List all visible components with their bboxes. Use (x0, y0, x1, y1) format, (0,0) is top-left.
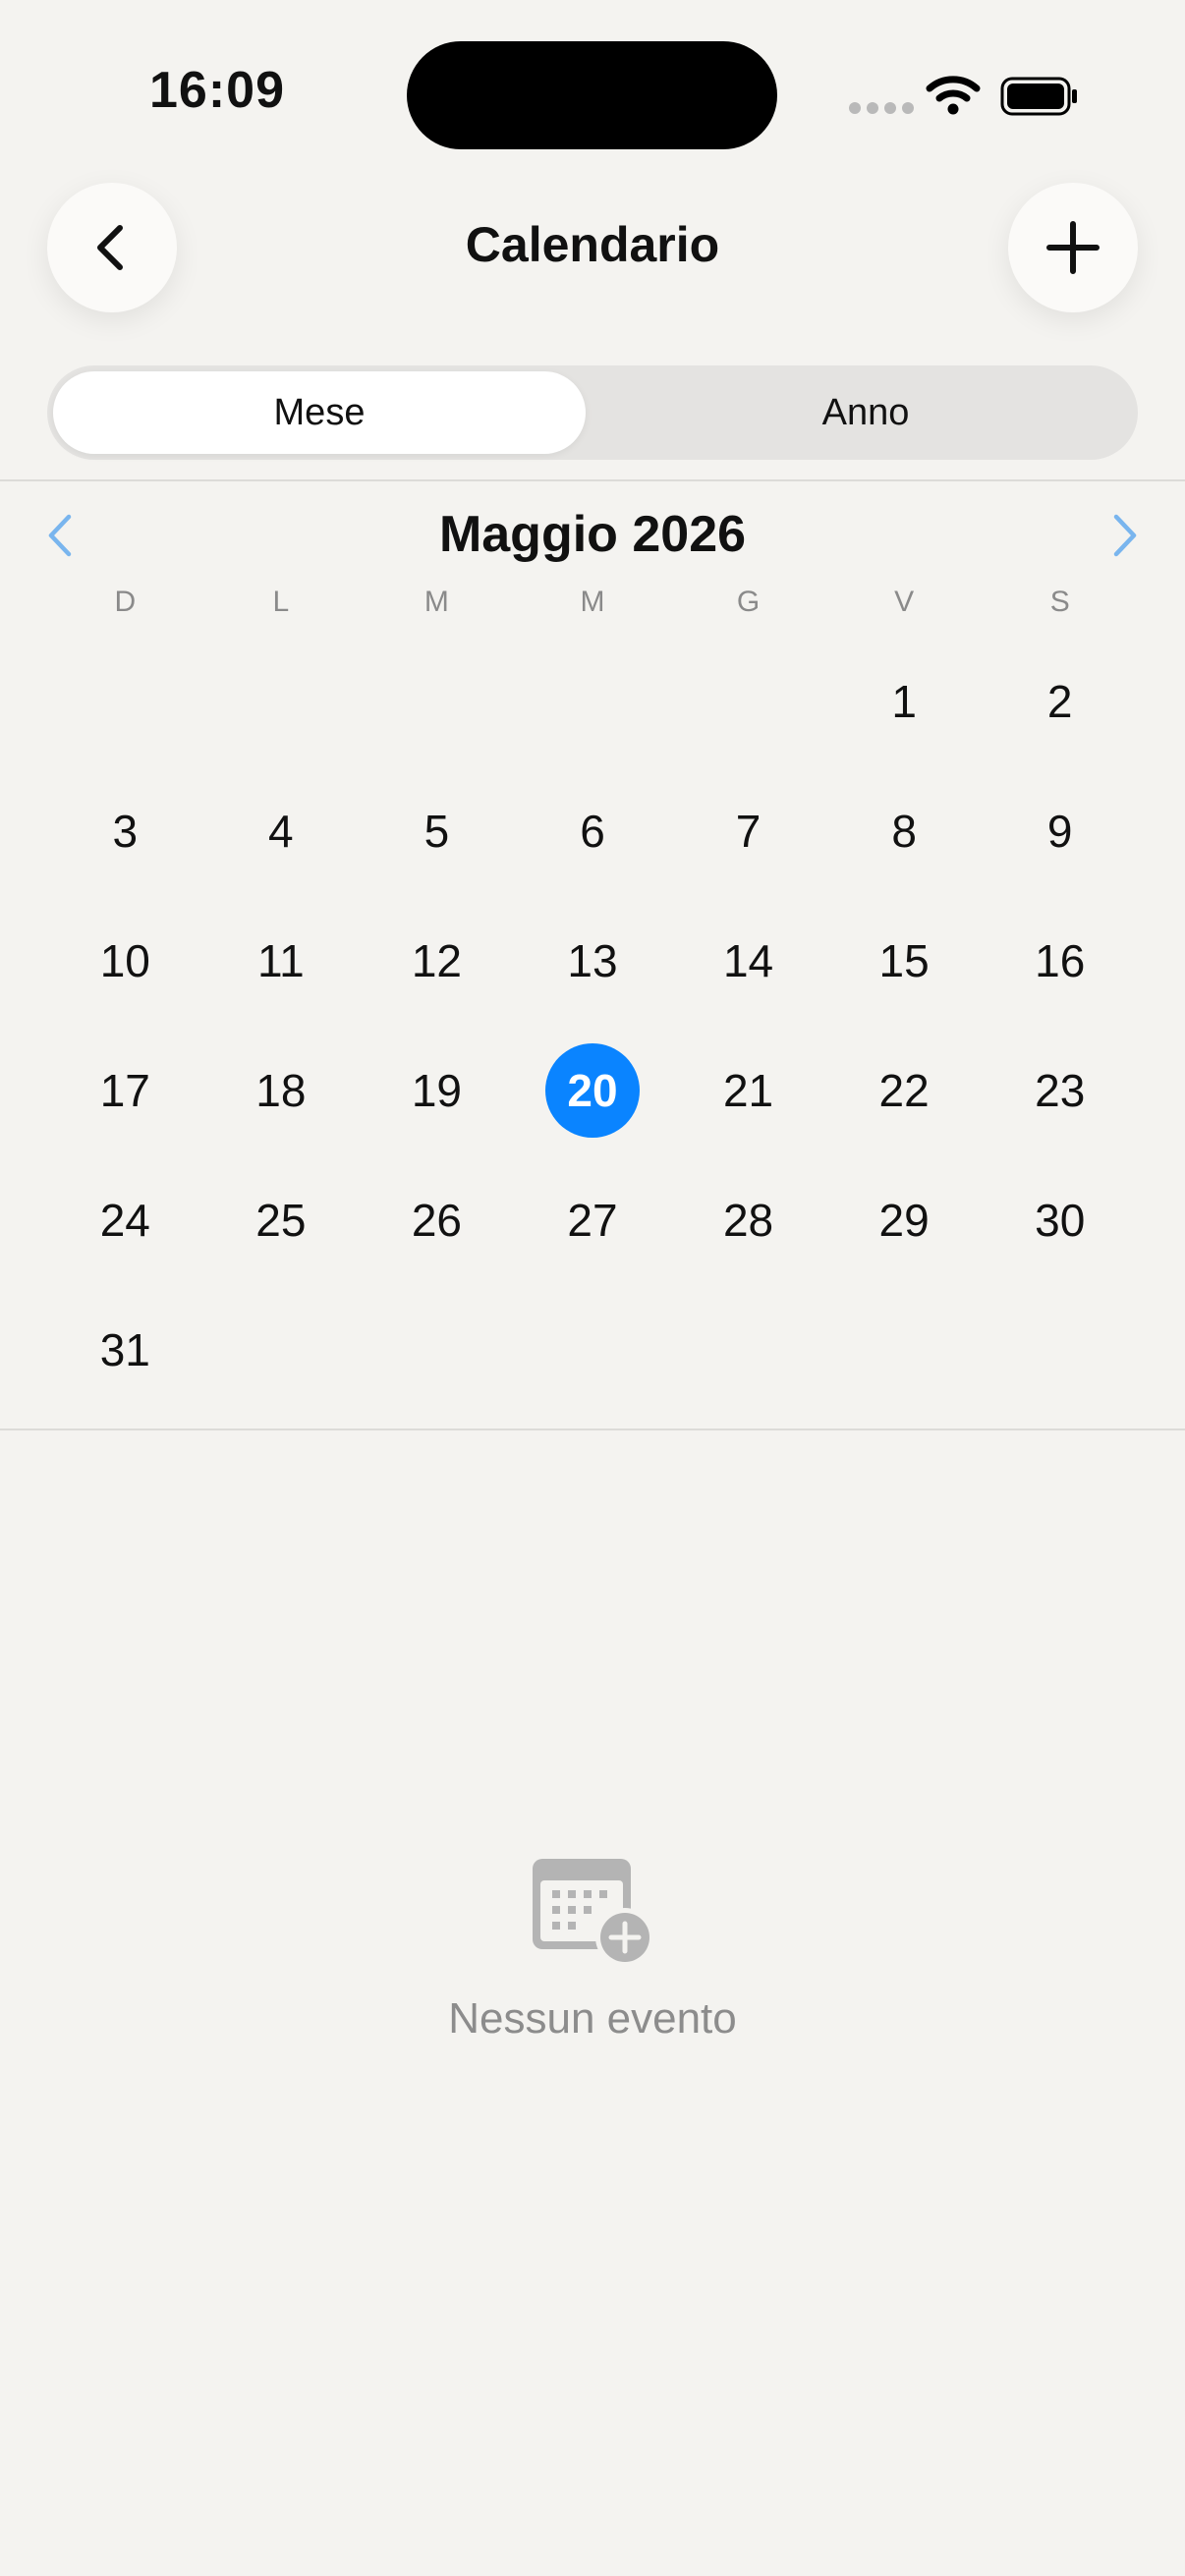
day-cell[interactable]: 23 (982, 1026, 1138, 1155)
nav-bar: Calendario (0, 177, 1185, 324)
divider (0, 1428, 1185, 1430)
day-number: 30 (1035, 1195, 1086, 1246)
cellular-signal-icon (849, 102, 914, 114)
day-cell-empty (203, 637, 360, 766)
weekday-label: V (894, 586, 915, 618)
weekday-label: L (272, 586, 290, 618)
day-cell[interactable]: 17 (47, 1026, 203, 1155)
month-header: Maggio 2026 (0, 491, 1185, 582)
day-number: 12 (411, 935, 462, 986)
day-cell[interactable]: 4 (203, 766, 360, 896)
day-number: 10 (99, 935, 150, 986)
empty-state-text: Nessun evento (448, 1994, 737, 2043)
next-month-button[interactable] (1099, 511, 1148, 560)
day-number: 16 (1035, 935, 1086, 986)
status-bar: 16:09 (0, 0, 1185, 177)
segment-month[interactable]: Mese (53, 371, 586, 454)
day-cell[interactable]: 18 (203, 1026, 360, 1155)
day-cell[interactable]: 13 (515, 896, 671, 1026)
day-cell[interactable]: 7 (670, 766, 826, 896)
day-cell[interactable]: 26 (359, 1155, 515, 1285)
day-cell[interactable]: 24 (47, 1155, 203, 1285)
segment-year[interactable]: Anno (599, 371, 1132, 454)
day-cell[interactable]: 16 (982, 896, 1138, 1026)
day-cell[interactable]: 11 (203, 896, 360, 1026)
day-cell[interactable]: 31 (47, 1285, 203, 1415)
weekday-label: S (1049, 586, 1070, 618)
day-number: 28 (722, 1195, 774, 1246)
weekday-label: M (580, 586, 605, 618)
weekday-header: D L M M G V S (47, 586, 1138, 633)
empty-state: Nessun evento (0, 1857, 1185, 2044)
day-number: 20 (544, 1043, 640, 1138)
day-cell[interactable]: 12 (359, 896, 515, 1026)
status-time: 16:09 (149, 62, 285, 119)
plus-icon (1046, 221, 1100, 274)
add-event-button[interactable] (1008, 183, 1138, 312)
day-number: 9 (1046, 806, 1073, 857)
day-cell[interactable]: 3 (47, 766, 203, 896)
day-cell[interactable]: 15 (826, 896, 983, 1026)
day-number: 1 (891, 676, 917, 727)
day-number: 23 (1035, 1065, 1086, 1116)
day-number: 7 (735, 806, 762, 857)
day-number: 15 (878, 935, 930, 986)
weekday-label: G (736, 586, 761, 618)
day-cell[interactable]: 9 (982, 766, 1138, 896)
day-cell[interactable]: 1 (826, 637, 983, 766)
day-number: 25 (255, 1195, 307, 1246)
day-cell[interactable]: 2 (982, 637, 1138, 766)
day-number: 21 (722, 1065, 774, 1116)
day-number: 27 (567, 1195, 618, 1246)
month-title: Maggio 2026 (438, 506, 747, 563)
view-mode-segmented-control: Mese Anno (47, 365, 1138, 460)
day-cell[interactable]: 5 (359, 766, 515, 896)
day-number: 14 (722, 935, 774, 986)
day-number: 31 (99, 1324, 150, 1375)
day-number: 17 (99, 1065, 150, 1116)
divider (0, 479, 1185, 481)
day-cell[interactable]: 28 (670, 1155, 826, 1285)
day-cell[interactable]: 10 (47, 896, 203, 1026)
day-cell-empty (670, 637, 826, 766)
day-number: 6 (580, 806, 605, 857)
day-number: 24 (99, 1195, 150, 1246)
day-cell[interactable]: 30 (982, 1155, 1138, 1285)
day-cell-empty (515, 637, 671, 766)
day-cell[interactable]: 21 (670, 1026, 826, 1155)
day-number: 11 (256, 935, 305, 986)
day-number: 3 (112, 806, 139, 857)
day-number: 22 (878, 1065, 930, 1116)
day-cell-empty (359, 637, 515, 766)
day-cell[interactable]: 27 (515, 1155, 671, 1285)
day-number: 29 (878, 1195, 930, 1246)
day-cell-today[interactable]: 20 (515, 1026, 671, 1155)
day-cell[interactable]: 22 (826, 1026, 983, 1155)
wifi-icon (926, 76, 981, 115)
day-cell[interactable]: 19 (359, 1026, 515, 1155)
day-number: 26 (411, 1195, 462, 1246)
day-cell-empty (47, 637, 203, 766)
weekday-label: D (114, 586, 137, 618)
day-number: 13 (567, 935, 618, 986)
day-number: 18 (255, 1065, 307, 1116)
calendar-grid: 1 2 3 4 5 6 7 8 9 10 11 12 13 14 15 16 17 18 19 20 21 22 23 24 2… (47, 637, 1138, 1415)
weekday-label: M (423, 586, 449, 618)
day-number: 4 (268, 806, 294, 857)
day-number: 5 (423, 806, 450, 857)
dynamic-island (407, 41, 777, 149)
battery-icon (1000, 77, 1077, 116)
day-cell[interactable]: 29 (826, 1155, 983, 1285)
day-cell[interactable]: 6 (515, 766, 671, 896)
calendar-add-icon (533, 1859, 654, 1967)
day-number: 2 (1046, 676, 1073, 727)
day-number: 8 (891, 806, 917, 857)
day-cell[interactable]: 8 (826, 766, 983, 896)
day-cell[interactable]: 25 (203, 1155, 360, 1285)
day-number: 19 (411, 1065, 462, 1116)
day-cell[interactable]: 14 (670, 896, 826, 1026)
